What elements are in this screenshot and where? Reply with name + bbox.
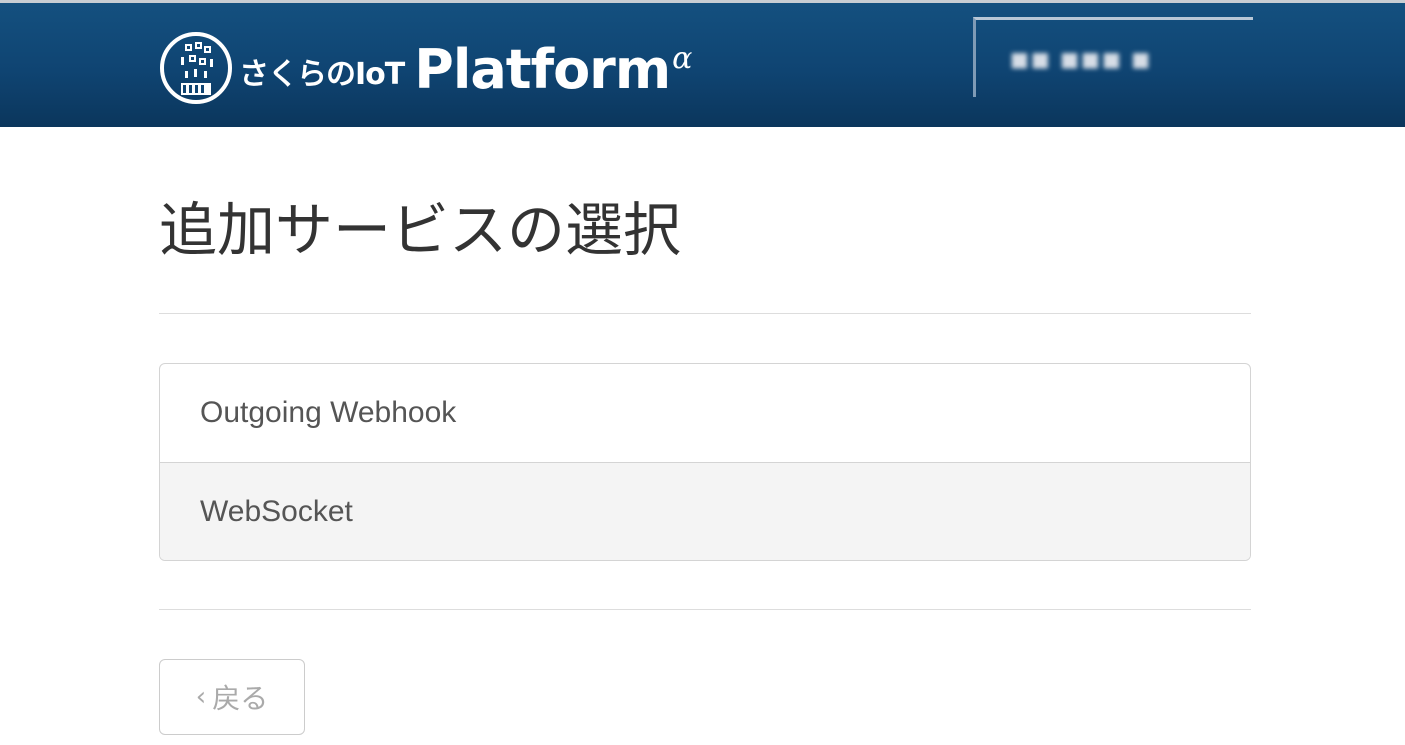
logo-sakura-text: さくらのIoT xyxy=(239,57,405,92)
back-button[interactable]: ‹ 戻る xyxy=(159,659,305,735)
divider xyxy=(159,609,1251,610)
logo-alpha-text: α xyxy=(672,40,693,76)
service-item-websocket[interactable]: WebSocket xyxy=(160,462,1250,560)
user-menu[interactable]: ■■ ■■■ ■ xyxy=(973,17,1253,97)
service-list: Outgoing Webhook WebSocket xyxy=(159,363,1251,561)
sakura-iot-logo-icon xyxy=(160,32,232,104)
app-logo[interactable]: さくらのIoT Platform α xyxy=(159,28,692,108)
service-item-outgoing-webhook[interactable]: Outgoing Webhook xyxy=(160,364,1250,462)
logo-platform-text: Platform xyxy=(414,37,671,101)
back-button-label: 戻る xyxy=(212,682,269,715)
header-bar: さくらのIoT Platform α ■■ ■■■ ■ xyxy=(0,0,1405,127)
chevron-left-icon: ‹ xyxy=(195,682,207,712)
divider xyxy=(159,313,1251,314)
page-title: 追加サービスの選択 xyxy=(159,196,682,264)
user-name-label: ■■ ■■■ ■ xyxy=(1010,46,1153,71)
